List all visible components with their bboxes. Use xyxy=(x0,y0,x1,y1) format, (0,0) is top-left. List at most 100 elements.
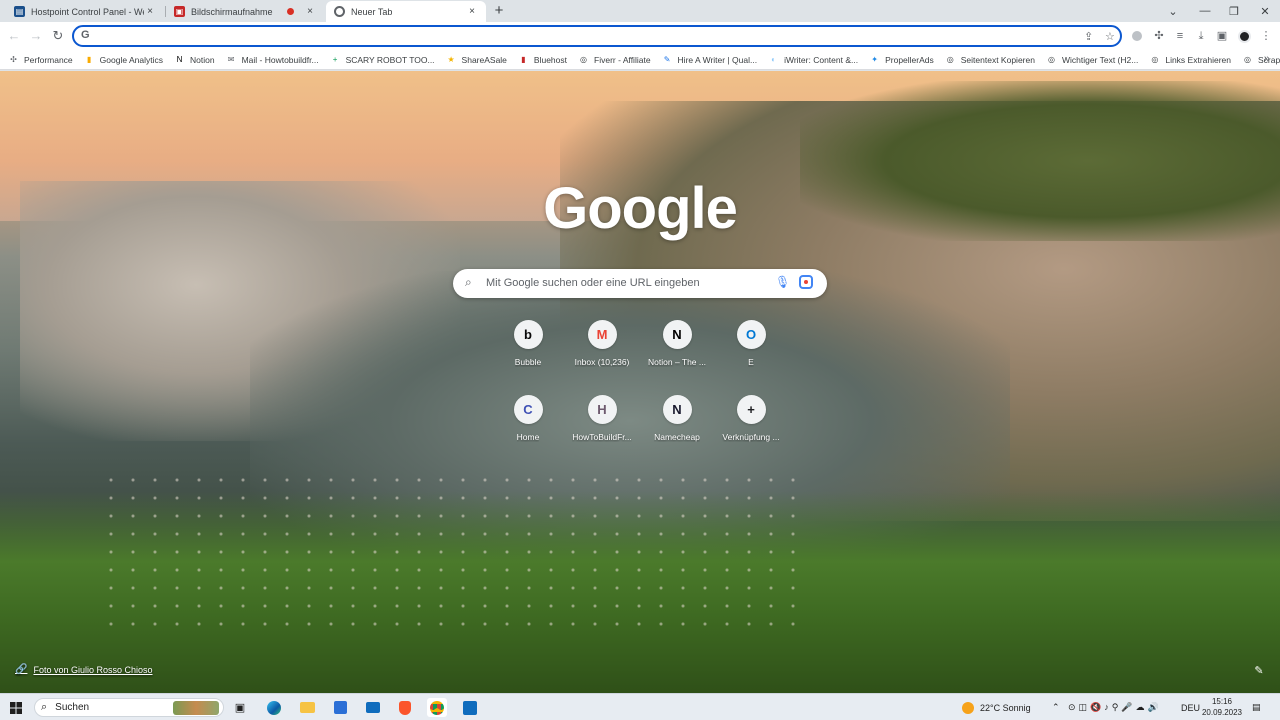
shortcut-favicon-icon: b xyxy=(513,320,543,349)
shortcut-tile[interactable]: OE xyxy=(714,316,788,386)
bookmark-star-icon[interactable]: ☆ xyxy=(1105,30,1115,43)
bookmark-label: Seitentext Kopieren xyxy=(960,54,1035,65)
close-icon[interactable]: × xyxy=(466,6,478,17)
edge-icon[interactable] xyxy=(264,698,284,717)
shortcut-favicon-icon: M xyxy=(587,320,617,349)
windows-start-icon[interactable] xyxy=(6,698,26,717)
search-input[interactable] xyxy=(486,275,766,291)
address-input[interactable] xyxy=(96,28,1076,44)
link-icon: 🔗 xyxy=(15,664,28,675)
mail-icon: ✉ xyxy=(227,55,235,64)
mail-icon[interactable] xyxy=(363,698,383,717)
bookmark-label: Notion xyxy=(190,54,215,65)
weather-widget[interactable]: 22°C Sonnig xyxy=(962,698,1031,717)
bookmark-item[interactable]: ★ ShareASale xyxy=(446,54,506,65)
google-lens-icon[interactable] xyxy=(799,275,813,289)
minimize-button[interactable]: — xyxy=(1190,0,1220,22)
shortcut-label: E xyxy=(748,357,754,367)
search-icon: ⌕ xyxy=(41,701,48,713)
shortcut-tile[interactable]: + Verknüpfung ... xyxy=(714,391,788,461)
bookmark-item[interactable]: ◐ iWriter: Content &... xyxy=(768,54,858,65)
reload-button[interactable]: ↻ xyxy=(50,28,66,44)
chrome-menu-icon[interactable]: ⋮ xyxy=(1258,28,1274,44)
side-panel-icon[interactable]: ▣ xyxy=(1214,28,1230,44)
file-explorer-icon[interactable] xyxy=(297,698,317,717)
tab-hostpoint[interactable]: ▤ Hostpoint Control Panel - Webs × xyxy=(6,1,164,22)
recording-icon: ▣ xyxy=(174,6,185,17)
extension-grey-icon[interactable] xyxy=(1129,28,1145,44)
brave-icon[interactable] xyxy=(395,698,415,717)
shortcut-favicon-icon: C xyxy=(513,395,543,424)
globe-icon: ◎ xyxy=(580,55,587,64)
shortcut-label: Namecheap xyxy=(654,432,700,442)
bookmark-item[interactable]: ▮ Google Analytics xyxy=(84,54,163,65)
bookmark-item[interactable]: ✣ Performance xyxy=(8,54,73,65)
bookmark-item[interactable]: ◎Scrape SERPs xyxy=(1242,54,1280,65)
taskbar-clock[interactable]: 15:16 20.09.2023 xyxy=(1200,696,1244,718)
new-tab-page: Google ⌕ 🎙 b Bubble M Inbox (10,236) N Notion… xyxy=(0,71,1280,693)
close-window-button[interactable]: ✕ xyxy=(1250,0,1280,22)
outlook-icon[interactable] xyxy=(460,698,480,717)
close-icon[interactable]: × xyxy=(304,6,316,17)
bookmark-item[interactable]: ◎ Wichtiger Text (H2... xyxy=(1046,54,1138,65)
shortcut-label: Inbox (10,236) xyxy=(574,357,630,367)
tab-new-tab[interactable]: Neuer Tab × xyxy=(326,1,486,22)
iwriter-icon: ◐ xyxy=(771,55,776,64)
store-icon[interactable] xyxy=(330,698,350,717)
bookmark-item[interactable]: ✦ PropellerAds xyxy=(869,54,934,65)
shortcut-tile[interactable]: N Namecheap xyxy=(640,391,714,461)
shortcut-tile[interactable]: N Notion – The ... xyxy=(640,316,714,386)
shortcut-tile[interactable]: M Inbox (10,236) xyxy=(565,316,639,386)
task-view-icon[interactable]: ▣ xyxy=(230,698,250,717)
browser-toolbar: ← → ↻ G ⇪ ☆ ✣ ≡ ⤓ ▣ ⋮ xyxy=(0,22,1280,50)
media-control-icon[interactable]: ≡ xyxy=(1172,28,1188,44)
search-highlight-image xyxy=(173,701,219,715)
restore-button[interactable]: ❐ xyxy=(1219,0,1249,22)
shortcut-favicon-icon: O xyxy=(736,320,766,349)
notifications-icon[interactable]: ▤ xyxy=(1252,698,1261,717)
taskbar-search[interactable]: ⌕ Suchen xyxy=(34,698,224,717)
download-icon[interactable]: ⤓ xyxy=(1193,28,1209,44)
forward-button[interactable]: → xyxy=(28,28,44,44)
bookmark-label: Mail - Howtobuildfr... xyxy=(241,54,319,65)
bookmark-item[interactable]: ▮ Bluehost xyxy=(518,54,567,65)
analytics-icon: ▮ xyxy=(86,55,92,64)
bookmark-label: PropellerAds xyxy=(885,54,934,65)
tab-search-icon[interactable]: ⌄ xyxy=(1158,0,1188,22)
show-hidden-icons[interactable]: ⌃ xyxy=(1052,698,1060,717)
search-box[interactable]: ⌕ 🎙 xyxy=(453,269,827,298)
address-bar[interactable]: G ⇪ ☆ xyxy=(72,25,1122,47)
bookmark-item[interactable]: ✉ Mail - Howtobuildfr... xyxy=(226,54,319,65)
clock-time: 15:16 xyxy=(1211,697,1233,706)
bookmarks-overflow-icon[interactable]: » xyxy=(1264,53,1270,65)
extensions-icon[interactable]: ✣ xyxy=(1151,28,1167,44)
recording-indicator-icon xyxy=(287,8,294,15)
new-tab-button[interactable]: + xyxy=(491,3,507,19)
bookmark-item[interactable]: ◎ Links Extrahieren xyxy=(1149,54,1231,65)
tab-strip: ▤ Hostpoint Control Panel - Webs × ▣ Bil… xyxy=(0,0,1280,22)
tray-icons[interactable]: ⊙◫🔇♪⚲🎤☁🔊 xyxy=(1068,698,1162,717)
bookmark-item[interactable]: + SCARY ROBOT TOO... xyxy=(330,54,435,65)
input-language[interactable]: DEU xyxy=(1181,698,1200,717)
microphone-icon[interactable]: 🎙 xyxy=(775,275,790,289)
shortcut-tile[interactable]: H HowToBuildFr... xyxy=(565,391,639,461)
bookmark-item[interactable]: N Notion xyxy=(174,54,215,65)
shortcut-tile[interactable]: b Bubble xyxy=(491,316,565,386)
bookmark-item[interactable]: ◎ Fiverr - Affiliate xyxy=(578,54,651,65)
bookmark-item[interactable]: ◎ Seitentext Kopieren xyxy=(945,54,1035,65)
bookmark-label: Hire A Writer | Qual... xyxy=(677,54,758,65)
profile-avatar[interactable] xyxy=(1238,30,1251,43)
shortcut-favicon-icon: H xyxy=(587,395,617,424)
back-button[interactable]: ← xyxy=(6,28,22,44)
shortcut-tile[interactable]: C Home xyxy=(491,391,565,461)
customize-pencil-icon[interactable]: ✎ xyxy=(1252,664,1266,678)
bookmark-label: iWriter: Content &... xyxy=(784,54,859,65)
close-icon[interactable]: × xyxy=(144,6,156,17)
tab-recording[interactable]: ▣ Bildschirmaufnahme × xyxy=(166,1,324,22)
star-icon: ★ xyxy=(447,55,455,64)
photo-credit-link[interactable]: 🔗 Foto von Giulio Rosso Chioso xyxy=(15,664,153,675)
bookmark-label: SCARY ROBOT TOO... xyxy=(345,54,435,65)
share-icon[interactable]: ⇪ xyxy=(1084,30,1093,43)
chrome-taskbar-icon[interactable] xyxy=(427,698,447,717)
bookmark-item[interactable]: ✎ Hire A Writer | Qual... xyxy=(662,54,758,65)
